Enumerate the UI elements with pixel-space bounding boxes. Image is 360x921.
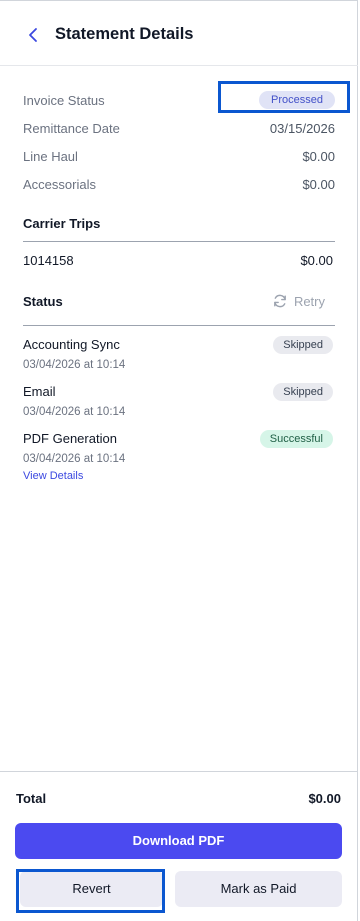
status-item-name: Email — [23, 384, 56, 399]
accessorials-label: Accessorials — [23, 177, 96, 192]
status-item-name: PDF Generation — [23, 431, 117, 446]
highlight-box-status — [218, 81, 350, 113]
total-label: Total — [16, 791, 47, 806]
view-details-link[interactable]: View Details — [23, 470, 83, 482]
trip-amount: $0.00 — [300, 253, 333, 268]
header: Statement Details — [0, 1, 358, 66]
remittance-date-label: Remittance Date — [23, 121, 120, 136]
carrier-trips-heading: Carrier Trips — [23, 216, 101, 231]
retry-button[interactable]: Retry — [272, 293, 325, 309]
trip-id: 1014158 — [23, 253, 74, 268]
line-haul-value: $0.00 — [302, 149, 335, 164]
line-haul-label: Line Haul — [23, 149, 78, 164]
chevron-left-icon[interactable] — [24, 25, 42, 45]
invoice-status-label: Invoice Status — [23, 93, 105, 108]
refresh-icon — [274, 294, 286, 308]
status-badge: Successful — [259, 430, 333, 448]
remittance-date-row: Remittance Date 03/15/2026 — [23, 119, 335, 139]
status-item-time: 03/04/2026 at 10:14 — [23, 453, 126, 465]
divider — [23, 325, 335, 326]
line-haul-row: Line Haul $0.00 — [23, 147, 335, 167]
divider — [23, 241, 335, 242]
accessorials-value: $0.00 — [302, 177, 335, 192]
status-heading: Status — [23, 294, 63, 309]
status-item-time: 03/04/2026 at 10:14 — [23, 359, 126, 371]
retry-label: Retry — [293, 293, 325, 309]
download-pdf-button[interactable]: Download PDF — [15, 823, 342, 859]
status-badge: Skipped — [273, 336, 333, 354]
total-value: $0.00 — [308, 791, 341, 806]
highlight-box-revert — [16, 869, 165, 913]
statement-panel: Statement Details Invoice Status Process… — [0, 0, 358, 921]
page-title: Statement Details — [55, 25, 194, 43]
status-item-time: 03/04/2026 at 10:14 — [23, 406, 126, 418]
remittance-date-value: 03/15/2026 — [269, 121, 335, 136]
mark-as-paid-button[interactable]: Mark as Paid — [175, 871, 342, 907]
status-badge: Skipped — [273, 383, 333, 401]
accessorials-row: Accessorials $0.00 — [23, 175, 335, 195]
status-item-name: Accounting Sync — [23, 337, 120, 352]
